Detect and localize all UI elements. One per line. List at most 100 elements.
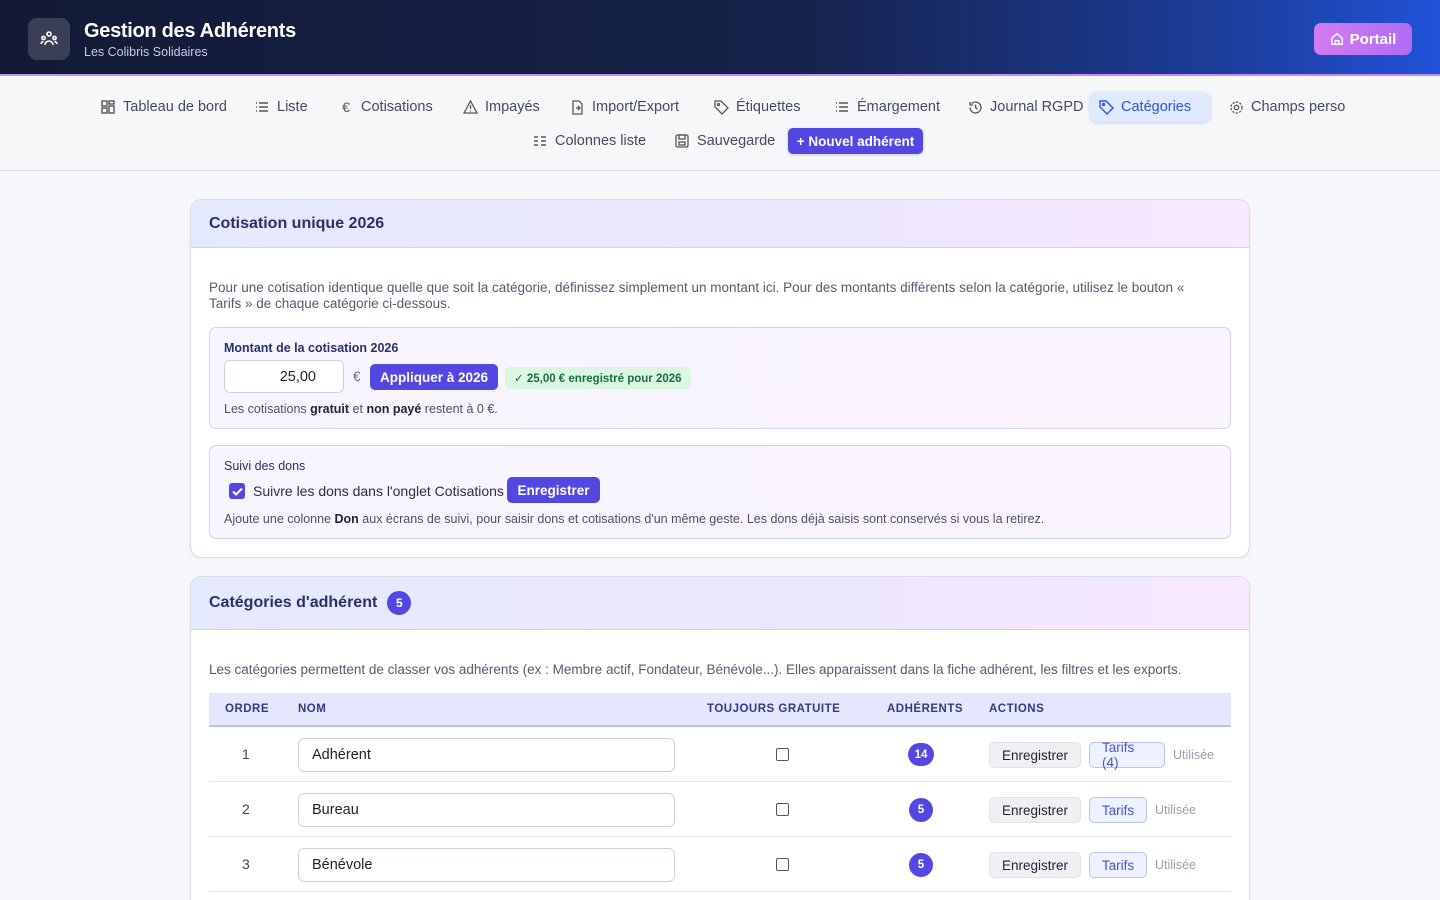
row-save-button[interactable]: Enregistrer <box>989 852 1081 878</box>
nav-tab-label: Champs perso <box>1251 99 1346 115</box>
row-status-used: Utilisée <box>1155 858 1196 872</box>
nav-tab-backup[interactable]: Sauvegarde <box>666 126 783 156</box>
nav-tab-gdpr-log[interactable]: Journal RGPD <box>959 92 1091 122</box>
fee-card: Cotisation unique 2026 Pour une cotisati… <box>190 199 1250 558</box>
fee-note: Les cotisations gratuit et non payé rest… <box>224 402 498 416</box>
categories-description: Les catégories permettent de classer vos… <box>209 662 1182 677</box>
fee-card-title: Cotisation unique 2026 <box>209 214 385 232</box>
fee-note-text: Les cotisations <box>224 402 311 416</box>
donations-note-text: Ajoute une colonne <box>224 512 335 526</box>
donations-note: Ajoute une colonne Don aux écrans de sui… <box>224 512 1044 526</box>
nav-tab-label: Catégories <box>1121 99 1192 115</box>
table-row: 2 5 Enregistrer Tarifs Utilisée <box>209 782 1231 837</box>
donations-checkbox-label: Suivre les dons dans l'onglet Cotisation… <box>253 483 504 499</box>
categories-count-badge: 5 <box>387 591 412 615</box>
donations-box: Suivi des dons Suivre les dons dans l'on… <box>209 445 1231 539</box>
checklist-icon <box>834 99 850 115</box>
category-name-input[interactable] <box>298 793 675 827</box>
donations-note-bold: Don <box>334 512 359 526</box>
nav-tab-cotisations[interactable]: € Cotisations <box>330 92 441 122</box>
apply-fee-button[interactable]: Appliquer à 2026 <box>370 364 498 390</box>
row-status-used: Utilisée <box>1173 748 1214 762</box>
members-count-badge: 14 <box>908 743 934 766</box>
row-tarifs-button[interactable]: Tarifs <box>1089 797 1147 823</box>
column-header-actions: ACTIONS <box>989 703 1045 715</box>
nav-tab-list[interactable]: Liste <box>246 92 316 122</box>
save-icon <box>674 133 690 149</box>
history-icon <box>967 99 983 115</box>
nav-tab-label: Tableau de bord <box>123 99 227 115</box>
fee-amount-input[interactable] <box>224 360 344 393</box>
nav-tab-attendance[interactable]: Émargement <box>826 92 948 122</box>
app-subtitle: Les Colibris Solidaires <box>84 45 208 59</box>
row-tarifs-button[interactable]: Tarifs (4) <box>1089 740 1165 770</box>
home-icon <box>1330 32 1343 45</box>
euro-icon: € <box>342 99 350 115</box>
nav-tab-label: Étiquettes <box>736 99 801 115</box>
categories-table: ORDRE NOM TOUJOURS GRATUITE ADHÉRENTS AC… <box>209 693 1231 892</box>
fee-amount-box: Montant de la cotisation 2026 € Applique… <box>209 327 1231 429</box>
portal-label: Portail <box>1349 30 1397 48</box>
donations-checkbox[interactable] <box>229 483 245 499</box>
app-title: Gestion des Adhérents <box>84 20 296 42</box>
nav-tab-label: Liste <box>277 99 308 115</box>
fee-note-unpaid: non payé <box>366 402 422 416</box>
column-header-members: ADHÉRENTS <box>887 703 964 715</box>
row-order: 3 <box>242 856 250 872</box>
always-free-checkbox[interactable] <box>776 748 789 761</box>
row-save-button[interactable]: Enregistrer <box>989 797 1081 823</box>
saved-status-badge: ✓ 25,00 € enregistré pour 2026 <box>505 367 691 389</box>
nav-tab-label: Impayés <box>485 99 540 115</box>
row-save-button[interactable]: Enregistrer <box>989 742 1081 768</box>
nav-tab-list-columns[interactable]: Colonnes liste <box>524 126 654 156</box>
nav-tab-label: Colonnes liste <box>555 133 647 149</box>
nav-tab-unpaid[interactable]: Impayés <box>454 92 548 122</box>
nav-tab-label: Cotisations <box>361 99 433 115</box>
categories-card: Catégories d'adhérent 5 Les catégories p… <box>190 576 1250 900</box>
categories-card-header: Catégories d'adhérent 5 <box>191 577 1249 630</box>
gear-icon <box>1228 99 1244 115</box>
checkmark-icon <box>231 487 243 496</box>
categories-card-title: Catégories d'adhérent <box>209 594 378 611</box>
category-name-input[interactable] <box>298 738 675 772</box>
tag-icon <box>1098 99 1114 115</box>
columns-icon <box>532 133 548 149</box>
table-header: ORDRE NOM TOUJOURS GRATUITE ADHÉRENTS AC… <box>209 693 1231 727</box>
fee-note-free: gratuit <box>310 402 350 416</box>
row-tarifs-button[interactable]: Tarifs <box>1089 852 1147 878</box>
people-network-icon <box>40 31 58 46</box>
column-header-name: NOM <box>298 703 327 715</box>
table-row: 1 14 Enregistrer Tarifs (4) Utilisée <box>209 727 1231 782</box>
nav-tab-custom-fields[interactable]: Champs perso <box>1220 92 1353 122</box>
members-count-badge: 5 <box>909 853 933 877</box>
nav-tab-import-export[interactable]: Import/Export <box>561 92 687 122</box>
dashboard-grid-icon <box>100 99 116 115</box>
app-logo <box>28 18 70 60</box>
nav-tab-categories[interactable]: Catégories <box>1090 92 1210 122</box>
table-row: 3 5 Enregistrer Tarifs Utilisée <box>209 837 1231 892</box>
column-header-order: ORDRE <box>225 703 270 715</box>
nav-tab-labels[interactable]: Étiquettes <box>705 92 809 122</box>
list-icon <box>254 99 270 115</box>
always-free-checkbox[interactable] <box>776 803 789 816</box>
nav-tab-label: Émargement <box>857 99 941 115</box>
donations-note-text: aux écrans de suivi, pour saisir dons et… <box>358 512 1045 526</box>
row-order: 2 <box>242 801 250 817</box>
members-count-badge: 5 <box>909 798 933 822</box>
fee-note-text: et <box>349 402 367 416</box>
always-free-checkbox[interactable] <box>776 858 789 871</box>
fee-note-text: restent à 0 €. <box>421 402 498 416</box>
app-header: Gestion des Adhérents Les Colibris Solid… <box>0 0 1440 76</box>
nav-tab-label: Import/Export <box>592 99 680 115</box>
category-name-input[interactable] <box>298 848 675 882</box>
nav-tab-dashboard[interactable]: Tableau de bord <box>92 92 235 122</box>
file-transfer-icon <box>569 99 585 115</box>
warning-icon <box>462 99 478 115</box>
portal-button[interactable]: Portail <box>1314 23 1412 55</box>
donations-save-button[interactable]: Enregistrer <box>507 477 600 503</box>
row-status-used: Utilisée <box>1155 803 1196 817</box>
fee-amount-label: Montant de la cotisation 2026 <box>224 341 399 355</box>
new-member-button[interactable]: + Nouvel adhérent <box>788 128 923 154</box>
nav-tab-label: Journal RGPD <box>990 99 1084 115</box>
nav-tab-label: Sauvegarde <box>697 133 776 149</box>
